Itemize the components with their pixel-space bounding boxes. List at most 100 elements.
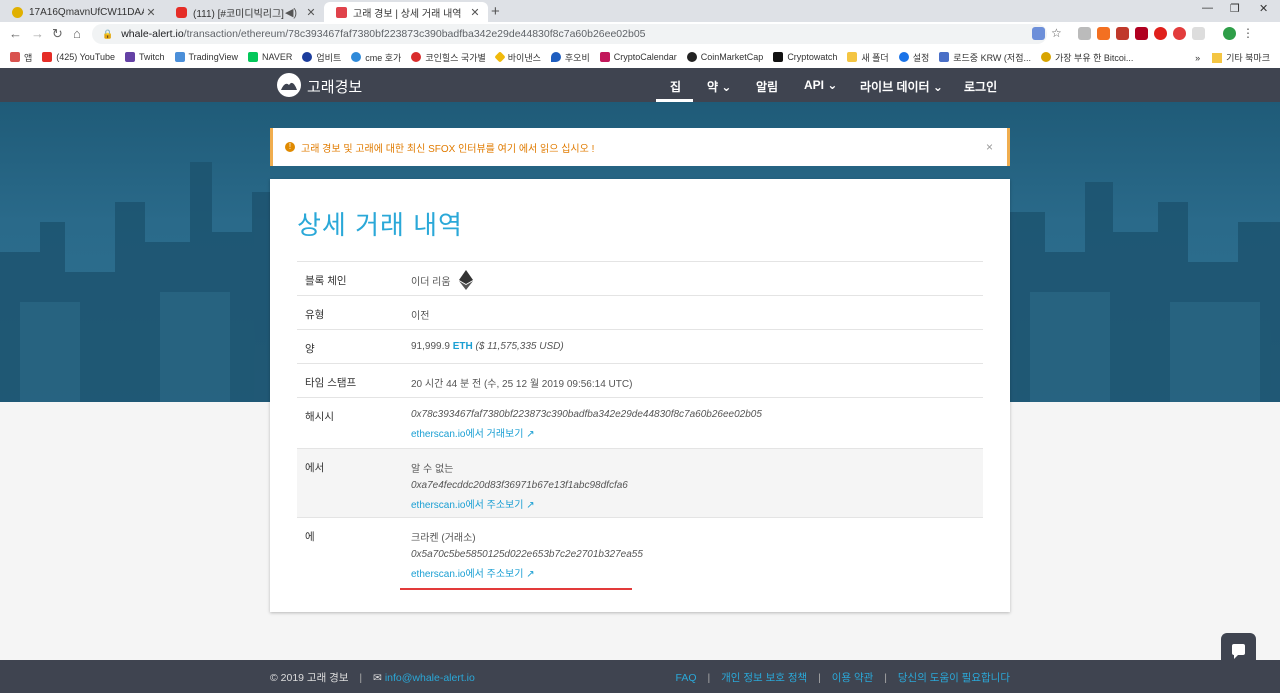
- nav-login[interactable]: 로그인: [964, 78, 997, 95]
- gear-icon: [898, 52, 909, 62]
- announcement-text[interactable]: 고래 경보 및 고래에 대한 최신 SFOX 인터뷰를 여기 에서 읽으 십시오…: [301, 140, 594, 155]
- ethereum-icon: [458, 270, 473, 290]
- audio-icon[interactable]: ◀): [284, 6, 298, 19]
- close-banner-button[interactable]: ×: [986, 140, 993, 154]
- row-type: 유형 이전: [297, 295, 983, 329]
- etherscan-to-address-link[interactable]: etherscan.io에서 주소보기 ↗: [411, 565, 643, 580]
- extension-icon[interactable]: [1154, 27, 1167, 40]
- upbit-icon: [302, 52, 313, 62]
- apps-icon: [10, 52, 20, 62]
- bookmark-item[interactable]: CoinMarketCap: [686, 52, 763, 62]
- browser-toolbar: ← → ↻ ⌂ 🔒 whale-alert.io/transaction/eth…: [0, 22, 1280, 46]
- browser-tab-strip: 17A16QmavnUfCW11DAApUxp ✕ (111) [#코미디빅리그…: [0, 0, 1280, 22]
- etherscan-transaction-link[interactable]: etherscan.io에서 거래보기 ↗: [411, 425, 762, 440]
- browser-tab[interactable]: (111) [#코미디빅리그] 애드 ◀) ✕: [164, 2, 324, 22]
- bookmark-item[interactable]: 앱: [10, 51, 32, 64]
- globe-icon: [351, 52, 362, 62]
- nav-drug-dropdown[interactable]: 약 ⌄: [707, 78, 731, 95]
- coinmarketcap-icon: [686, 52, 697, 62]
- cryptowatch-icon: [773, 52, 784, 62]
- adblock-icon[interactable]: [1173, 27, 1186, 40]
- address-bar[interactable]: 🔒 whale-alert.io/transaction/ethereum/78…: [92, 24, 1047, 44]
- chat-bubble-icon: [1232, 644, 1245, 659]
- bookmark-item[interactable]: Cryptowatch: [773, 52, 837, 62]
- browser-tab[interactable]: 17A16QmavnUfCW11DAApUxp ✕: [0, 2, 164, 22]
- folder-icon: [847, 52, 858, 62]
- footer-link-terms[interactable]: 이용 약관: [832, 672, 874, 684]
- chevron-down-icon: ⌄: [932, 80, 943, 94]
- bookmark-item[interactable]: 새 폴더: [847, 51, 889, 64]
- more-bookmarks-button[interactable]: »: [1195, 53, 1200, 63]
- site-brand[interactable]: 고래경보: [307, 76, 362, 97]
- bookmark-star-icon[interactable]: ☆: [1051, 27, 1064, 40]
- nav-live-data-dropdown[interactable]: 라이브 데이터 ⌄: [860, 78, 943, 95]
- bookmark-item[interactable]: 로드중 KRW (저점...: [939, 51, 1031, 64]
- nav-api-dropdown[interactable]: API ⌄: [804, 78, 837, 92]
- chart-icon: [939, 52, 950, 62]
- browser-tab-active[interactable]: 고래 경보 | 상세 거래 내역 ✕: [324, 2, 488, 22]
- email-icon: ✉: [373, 672, 382, 684]
- site-navbar: 고래경보 집 약 ⌄ 알림 API ⌄ 라이브 데이터 ⌄ 로그인: [0, 68, 1280, 102]
- contact-email-link[interactable]: info@whale-alert.io: [385, 672, 475, 684]
- transaction-hash: 0x78c393467faf7380bf223873c390badfba342e…: [411, 409, 762, 420]
- other-bookmarks[interactable]: 기타 북마크: [1226, 51, 1270, 64]
- bookmark-item[interactable]: 업비트: [302, 51, 341, 64]
- bookmark-item[interactable]: (425) YouTube: [42, 52, 115, 62]
- page-title: 상세 거래 내역: [297, 210, 463, 240]
- bookmark-item[interactable]: NAVER: [248, 52, 292, 62]
- youtube-favicon-icon: [176, 6, 187, 18]
- close-tab-icon[interactable]: ✕: [304, 6, 318, 19]
- row-to: 에 크라켄 (거래소) 0x5a70c5be5850125d022e653b7c…: [297, 517, 983, 587]
- bookmarks-overflow: » 기타 북마크: [1195, 51, 1270, 64]
- nav-alerts[interactable]: 알림: [756, 78, 778, 95]
- folder-icon: [1212, 52, 1223, 63]
- copyright: © 2019 고래 경보: [270, 672, 349, 684]
- chat-widget-button[interactable]: [1221, 633, 1256, 668]
- menu-icon[interactable]: ⋮: [1242, 27, 1255, 40]
- close-window-icon[interactable]: ✕: [1259, 2, 1268, 15]
- bookmark-item[interactable]: 설정: [898, 51, 929, 64]
- bookmark-item[interactable]: Twitch: [125, 52, 165, 62]
- huobi-icon: [550, 52, 561, 62]
- close-tab-icon[interactable]: ✕: [468, 6, 482, 19]
- tradingview-icon: [174, 52, 185, 62]
- extension-icon[interactable]: [1135, 27, 1148, 40]
- back-icon[interactable]: ←: [9, 26, 22, 41]
- etherscan-from-address-link[interactable]: etherscan.io에서 주소보기 ↗: [411, 496, 628, 511]
- external-link-icon: ↗: [526, 569, 535, 580]
- translate-icon[interactable]: [1032, 27, 1045, 40]
- bookmark-item[interactable]: 바이낸스: [494, 51, 541, 64]
- close-tab-icon[interactable]: ✕: [144, 6, 158, 19]
- home-icon[interactable]: ⌂: [73, 26, 81, 41]
- avatar[interactable]: [1223, 27, 1236, 40]
- external-link-icon: ↗: [526, 429, 535, 440]
- shield-icon[interactable]: [1116, 27, 1129, 40]
- forward-icon[interactable]: →: [31, 26, 44, 41]
- announcement-banner: ! 고래 경보 및 고래에 대한 최신 SFOX 인터뷰를 여기 에서 읽으 십…: [270, 128, 1010, 166]
- extension-icon[interactable]: [1192, 27, 1205, 40]
- coinhills-icon: [411, 52, 422, 62]
- maximize-icon[interactable]: ❐: [1230, 2, 1240, 15]
- youtube-icon: [42, 52, 53, 62]
- row-amount: 양 91,999.9 ETH ($ 11,575,335 USD): [297, 329, 983, 363]
- minimize-icon[interactable]: —: [1202, 2, 1213, 14]
- extension-icon[interactable]: [1097, 27, 1110, 40]
- reload-icon[interactable]: ↻: [52, 26, 63, 42]
- footer-link-help[interactable]: 당신의 도움이 필요합니다: [898, 672, 1010, 684]
- bookmark-item[interactable]: 코인힐스 국가별: [411, 51, 486, 64]
- extension-icon[interactable]: [1078, 27, 1091, 40]
- bookmark-item[interactable]: 후오비: [550, 51, 590, 64]
- footer-link-privacy[interactable]: 개인 정보 보호 정책: [721, 672, 807, 684]
- whale-logo-icon[interactable]: [277, 73, 301, 97]
- bookmark-item[interactable]: cme 호가: [351, 51, 401, 64]
- footer-link-faq[interactable]: FAQ: [676, 672, 697, 684]
- warning-icon: !: [285, 142, 295, 152]
- row-hash: 해시시 0x78c393467faf7380bf223873c390badfba…: [297, 397, 983, 448]
- bookmark-item[interactable]: TradingView: [174, 52, 238, 62]
- chevron-down-icon: ⌄: [721, 80, 732, 94]
- bookmark-item[interactable]: 가장 부유 한 Bitcoi...: [1040, 51, 1133, 64]
- new-tab-button[interactable]: +: [491, 3, 500, 20]
- lock-icon: 🔒: [102, 28, 114, 39]
- nav-home[interactable]: 집: [670, 78, 681, 95]
- bookmark-item[interactable]: CryptoCalendar: [599, 52, 677, 62]
